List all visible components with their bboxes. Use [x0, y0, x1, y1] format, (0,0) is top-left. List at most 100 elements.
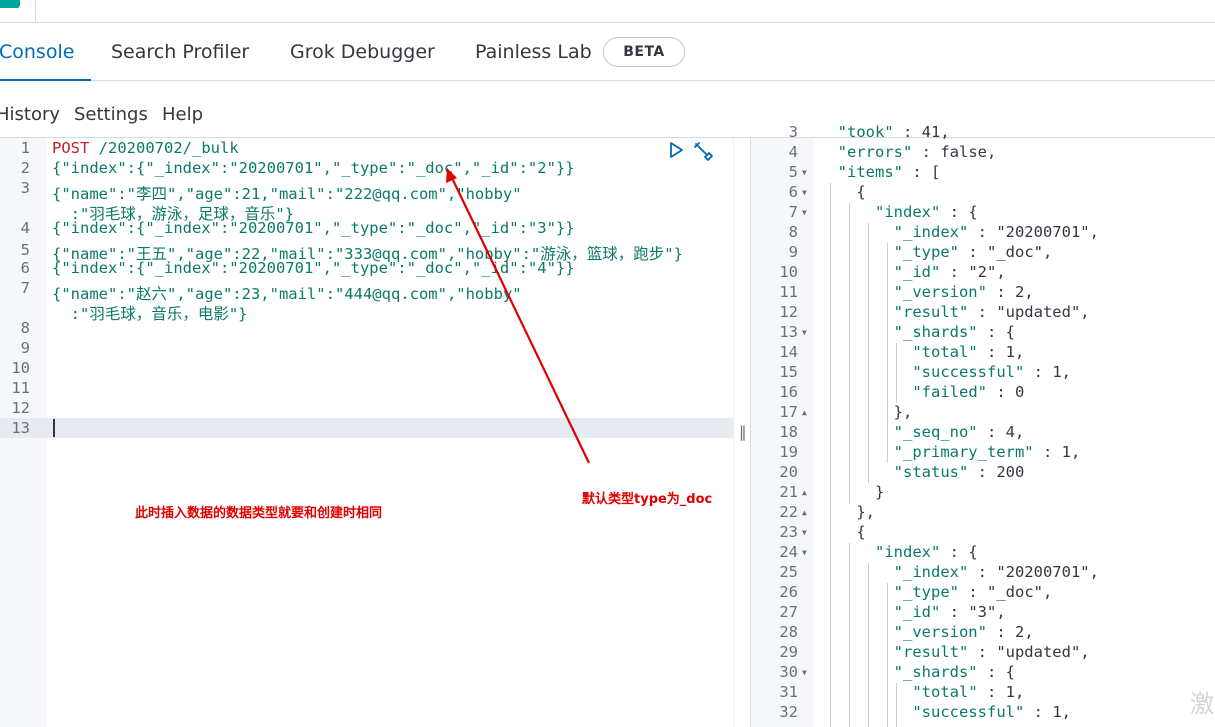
- fold-collapse-icon[interactable]: ▼: [802, 668, 807, 677]
- line-number: 9: [788, 243, 798, 261]
- play-icon[interactable]: [668, 141, 684, 159]
- line-number: 4: [20, 219, 30, 237]
- line-number: 17: [779, 403, 798, 421]
- line-number: 10: [779, 263, 798, 281]
- line-number: 5: [788, 163, 798, 181]
- help-link[interactable]: Help: [162, 104, 203, 125]
- fold-collapse-icon[interactable]: ▼: [802, 188, 807, 197]
- fold-expand-icon[interactable]: ▲: [802, 488, 807, 497]
- response-code-line: "_shards" : {: [893, 323, 1015, 341]
- drag-handle-icon[interactable]: ‖: [739, 423, 747, 441]
- fold-collapse-icon[interactable]: ▼: [802, 328, 807, 337]
- line-number: 8: [788, 223, 798, 241]
- line-number: 25: [779, 563, 798, 581]
- response-code-line: },: [819, 503, 875, 521]
- code-line: {"index":{"_index":"20200701","_type":"_…: [52, 219, 575, 237]
- line-number: 3: [20, 179, 30, 197]
- response-code-line: "_shards" : {: [893, 663, 1015, 681]
- line-number: 14: [779, 343, 798, 361]
- tab-grok-debugger[interactable]: Grok Debugger: [290, 23, 435, 81]
- watermark: 激: [1190, 690, 1214, 718]
- request-method-line: POST /20200702/_bulk: [52, 139, 239, 157]
- console-menu-bar: History Settings Help: [0, 82, 1215, 138]
- line-number: 11: [11, 379, 30, 397]
- header-divider: [35, 0, 36, 22]
- wrench-icon[interactable]: [692, 140, 714, 162]
- fold-expand-icon[interactable]: ▲: [802, 408, 807, 417]
- line-number: 24: [779, 543, 798, 561]
- line-number: 1: [20, 139, 30, 157]
- line-number: 11: [779, 283, 798, 301]
- fold-collapse-icon[interactable]: ▼: [802, 168, 807, 177]
- app-logo[interactable]: [0, 0, 20, 8]
- line-number: 12: [11, 399, 30, 417]
- annotation-left-note: 此时插入数据的数据类型就要和创建时相同: [135, 506, 383, 521]
- line-number: 13: [11, 419, 30, 437]
- response-code-line: "failed" : 0: [912, 383, 1025, 401]
- fold-collapse-icon[interactable]: ▼: [802, 208, 807, 217]
- active-line-highlight: [0, 418, 733, 438]
- fold-expand-icon[interactable]: ▲: [802, 508, 807, 517]
- response-code-line: "_index" : "20200701",: [893, 563, 1099, 581]
- http-method: POST: [52, 139, 90, 157]
- code-line: {"name":"李四","age":21,"mail":"222@qq.com…: [52, 185, 522, 203]
- response-code-line: "_version" : 2,: [893, 283, 1034, 301]
- history-link[interactable]: History: [0, 104, 60, 125]
- line-number: 6: [788, 183, 798, 201]
- code-line: {"index":{"_index":"20200701","_type":"_…: [52, 159, 575, 177]
- response-code-line: }: [819, 483, 885, 501]
- line-number: 3: [788, 123, 798, 141]
- code-line: :"羽毛球，音乐，电影"}: [52, 305, 248, 323]
- response-code-line: "_type" : "_doc",: [893, 243, 1053, 261]
- response-code-line: "_type" : "_doc",: [893, 583, 1053, 601]
- line-number: 2: [20, 159, 30, 177]
- active-tab-indicator: [0, 79, 91, 81]
- line-number: 20: [779, 463, 798, 481]
- line-number: 18: [779, 423, 798, 441]
- response-code-line: "index" : {: [875, 543, 978, 561]
- line-number: 9: [20, 339, 30, 357]
- response-code-line: "_index" : "20200701",: [893, 223, 1099, 241]
- fold-collapse-icon[interactable]: ▼: [802, 528, 807, 537]
- line-number: 21: [779, 483, 798, 501]
- response-code-line: "index" : {: [875, 203, 978, 221]
- line-number: 7: [20, 279, 30, 297]
- line-number: 32: [779, 703, 798, 721]
- response-code-line: "status" : 200: [893, 463, 1025, 481]
- text-cursor: [53, 419, 55, 437]
- response-code-line: "successful" : 1,: [912, 703, 1071, 721]
- line-number: 13: [779, 323, 798, 341]
- code-line: {"name":"赵六","age":23,"mail":"444@qq.com…: [52, 285, 522, 303]
- line-number: 27: [779, 603, 798, 621]
- line-number: 5: [20, 241, 30, 259]
- response-code-line: {: [819, 523, 866, 541]
- top-header-bar: [0, 0, 1215, 23]
- tab-painless-lab[interactable]: Painless Lab: [475, 23, 592, 81]
- code-line: {"index":{"_index":"20200701","_type":"_…: [52, 259, 575, 277]
- line-number: 12: [779, 303, 798, 321]
- response-code-line: "result" : "updated",: [893, 303, 1090, 321]
- line-number: 10: [11, 359, 30, 377]
- line-number: 19: [779, 443, 798, 461]
- request-url: /20200702/_bulk: [98, 139, 239, 157]
- response-code-line: "_version" : 2,: [893, 623, 1034, 641]
- response-code-line: "took" : 41,: [837, 123, 950, 141]
- line-number: 16: [779, 383, 798, 401]
- line-number: 30: [779, 663, 798, 681]
- line-number: 26: [779, 583, 798, 601]
- tab-search-profiler[interactable]: Search Profiler: [111, 23, 249, 81]
- line-number: 28: [779, 623, 798, 641]
- response-code-line: "errors" : false,: [837, 143, 997, 161]
- panel-resizer[interactable]: ‖: [733, 138, 751, 727]
- line-number: 7: [788, 203, 798, 221]
- response-code-line: "result" : "updated",: [893, 643, 1090, 661]
- line-number: 6: [20, 259, 30, 277]
- response-code-line: "_id" : "2",: [893, 263, 1006, 281]
- settings-link[interactable]: Settings: [74, 104, 148, 125]
- tab-console[interactable]: Console: [0, 23, 74, 81]
- response-code-line: "_primary_term" : 1,: [893, 443, 1081, 461]
- line-number: 22: [779, 503, 798, 521]
- line-number: 31: [779, 683, 798, 701]
- line-number: 15: [779, 363, 798, 381]
- fold-collapse-icon[interactable]: ▼: [802, 548, 807, 557]
